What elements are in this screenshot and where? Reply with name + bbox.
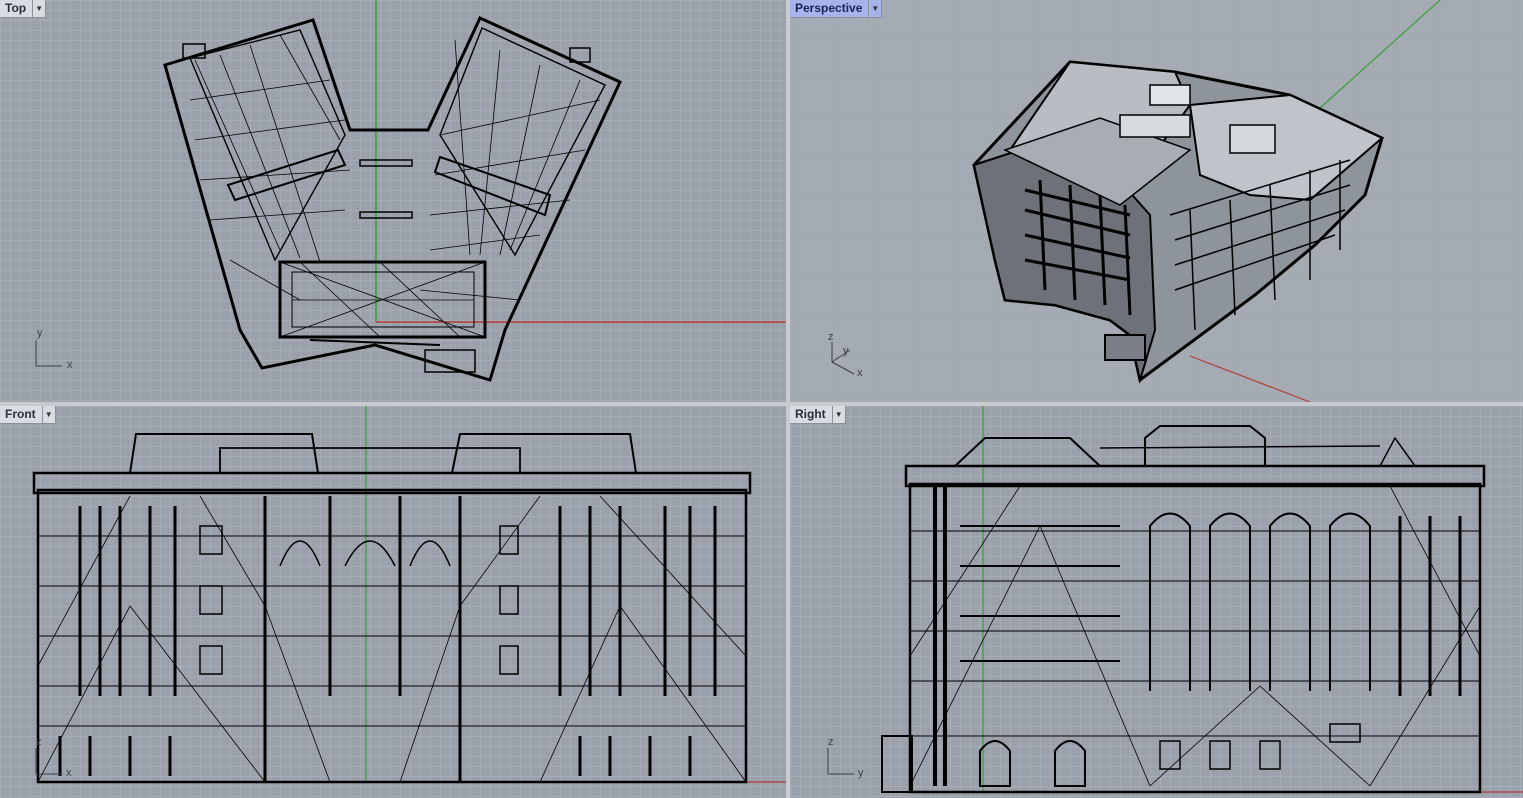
building-wireframe: [974, 62, 1382, 380]
chevron-down-icon[interactable]: ▼: [868, 0, 881, 17]
viewport-top[interactable]: Top ▼ y x: [0, 0, 786, 402]
front-view-scene[interactable]: [0, 406, 786, 798]
x-axis-line: [1189, 355, 1311, 402]
building-wireframe: [165, 18, 620, 380]
axis-label-y: y: [37, 327, 43, 339]
building-wireframe: [882, 426, 1484, 792]
axis-indicator: z y: [827, 736, 864, 779]
top-view-scene[interactable]: y x: [0, 0, 786, 402]
chevron-down-icon[interactable]: ▼: [32, 0, 45, 17]
viewport-tab-front[interactable]: Front ▼: [0, 406, 56, 424]
axis-label-z: z: [828, 331, 834, 343]
perspective-view-scene[interactable]: z y x: [790, 0, 1523, 402]
viewport-tab-perspective[interactable]: Perspective ▼: [790, 0, 883, 18]
axis-label-z: z: [828, 736, 834, 748]
axis-label-y: y: [858, 767, 864, 779]
viewport-title[interactable]: Perspective: [790, 0, 868, 17]
viewport-title[interactable]: Top: [0, 0, 32, 17]
y-axis-line: [1319, 0, 1441, 109]
chevron-down-icon[interactable]: ▼: [831, 406, 845, 423]
axis-label-y: y: [843, 345, 849, 357]
viewport-front[interactable]: Front ▼: [0, 406, 786, 798]
viewport-tab-top[interactable]: Top ▼: [0, 0, 47, 18]
viewport-tab-right[interactable]: Right ▼: [790, 406, 846, 424]
viewport-title[interactable]: Right: [790, 406, 832, 423]
axis-label-x: x: [857, 367, 863, 379]
axis-indicator: y x: [35, 327, 73, 371]
viewport-perspective[interactable]: Perspective ▼ z y x: [790, 0, 1523, 402]
building-wireframe: [34, 434, 750, 782]
viewport-title[interactable]: Front: [0, 406, 42, 423]
axis-label-x: x: [67, 359, 73, 371]
chevron-down-icon[interactable]: ▼: [41, 406, 55, 423]
axis-indicator: z y x: [828, 331, 863, 379]
viewport-right[interactable]: Right ▼ z y: [790, 406, 1523, 798]
right-view-scene[interactable]: z y: [790, 406, 1523, 798]
